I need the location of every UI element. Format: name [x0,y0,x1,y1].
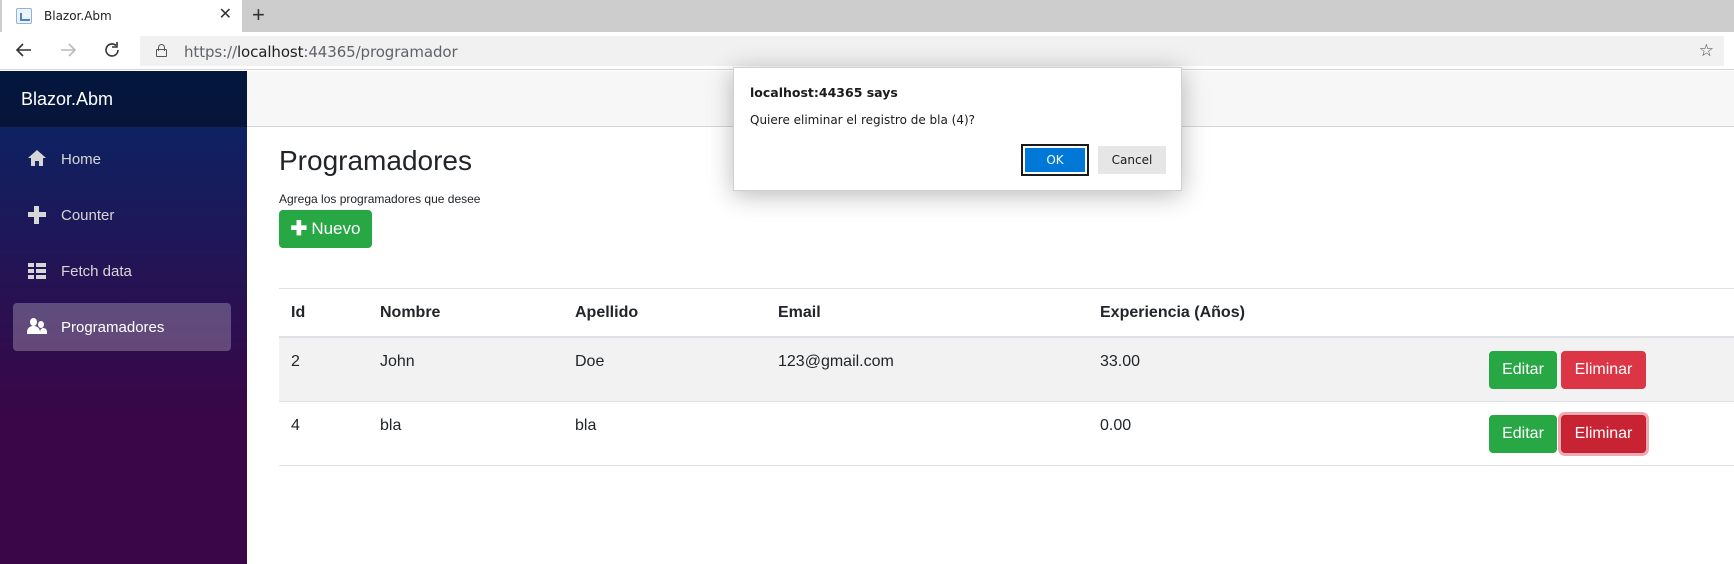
favorite-star-icon[interactable]: ☆ [1699,41,1714,61]
sidebar-item-label: Programadores [61,318,165,336]
edit-button[interactable]: Editar [1489,351,1557,389]
delete-button[interactable]: Eliminar [1561,415,1646,453]
url-text: https://localhost:44365/programador [184,43,458,61]
row-actions: Editar Eliminar [1489,351,1646,389]
plus-icon: ✚ [290,218,308,240]
table-row: 2 John Doe 123@gmail.com 33.00 Editar El… [279,338,1734,402]
sidebar: Blazor.Abm Home Counter Fetch data Progr… [0,71,247,564]
sidebar-item-fetch-data[interactable]: Fetch data [13,247,231,295]
brand-link[interactable]: Blazor.Abm [21,89,113,110]
cell-nombre: John [380,353,415,370]
ok-button[interactable]: OK [1021,144,1089,176]
cell-id: 2 [291,353,300,370]
column-header-email: Email [778,304,821,321]
cell-nombre: bla [380,417,402,434]
url-scheme: https:// [184,43,237,61]
cell-experiencia: 0.00 [1100,417,1132,434]
cell-experiencia: 33.00 [1100,353,1141,370]
table-row: 4 bla bla 0.00 Editar Eliminar [279,402,1734,466]
sidebar-item-programadores[interactable]: Programadores [13,303,231,351]
page-title: Programadores [279,145,472,176]
list-icon [27,261,47,281]
cancel-button[interactable]: Cancel [1098,146,1166,174]
lock-icon[interactable] [156,44,167,57]
new-tab-button[interactable]: + [252,4,265,26]
sidebar-item-counter[interactable]: Counter [13,191,231,239]
url-bar[interactable]: https://localhost:44365/programador ☆ [140,36,1724,66]
plus-icon [27,205,47,225]
row-actions: Editar Eliminar [1489,415,1646,453]
tab-title: Blazor.Abm [44,9,112,23]
brand-bar: Blazor.Abm [0,71,247,127]
sidebar-item-home[interactable]: Home [13,135,231,183]
confirm-dialog: localhost:44365 says Quiere eliminar el … [733,67,1182,191]
dialog-title: localhost:44365 says [750,85,898,100]
sidebar-item-label: Home [61,150,102,168]
programadores-table: Id Nombre Apellido Email Experiencia (Añ… [279,288,1734,466]
home-icon [27,149,47,169]
cell-email: 123@gmail.com [778,353,894,370]
url-path: :44365/programador [303,43,458,61]
browser-tab[interactable]: Blazor.Abm ✕ [2,0,242,32]
back-arrow-icon[interactable] [14,40,34,64]
column-header-id: Id [291,304,306,321]
page-favicon-icon [16,8,32,24]
people-icon [27,317,47,337]
nav-menu: Home Counter Fetch data Programadores [0,127,247,351]
new-button[interactable]: ✚ Nuevo [279,210,372,248]
dialog-message: Quiere eliminar el registro de bla (4)? [750,113,976,127]
column-header-nombre: Nombre [380,304,441,321]
column-header-experiencia: Experiencia (Años) [1100,304,1245,321]
column-header-apellido: Apellido [575,304,639,321]
sidebar-item-label: Counter [61,206,115,224]
forward-arrow-icon[interactable] [58,40,78,64]
sidebar-item-label: Fetch data [61,262,132,280]
cell-apellido: bla [575,417,597,434]
table-header: Id Nombre Apellido Email Experiencia (Añ… [279,289,1734,338]
close-tab-icon[interactable]: ✕ [219,7,232,23]
edit-button[interactable]: Editar [1489,415,1557,453]
page-subtitle: Agrega los programadores que desee [279,192,481,206]
cell-id: 4 [291,417,300,434]
delete-button[interactable]: Eliminar [1561,351,1646,389]
reload-icon[interactable] [102,40,122,64]
cell-apellido: Doe [575,353,605,370]
new-button-label: Nuevo [311,219,361,238]
url-host: localhost [236,43,304,61]
browser-toolbar: https://localhost:44365/programador ☆ [0,32,1734,70]
browser-tabstrip: Blazor.Abm ✕ + [0,0,1734,32]
